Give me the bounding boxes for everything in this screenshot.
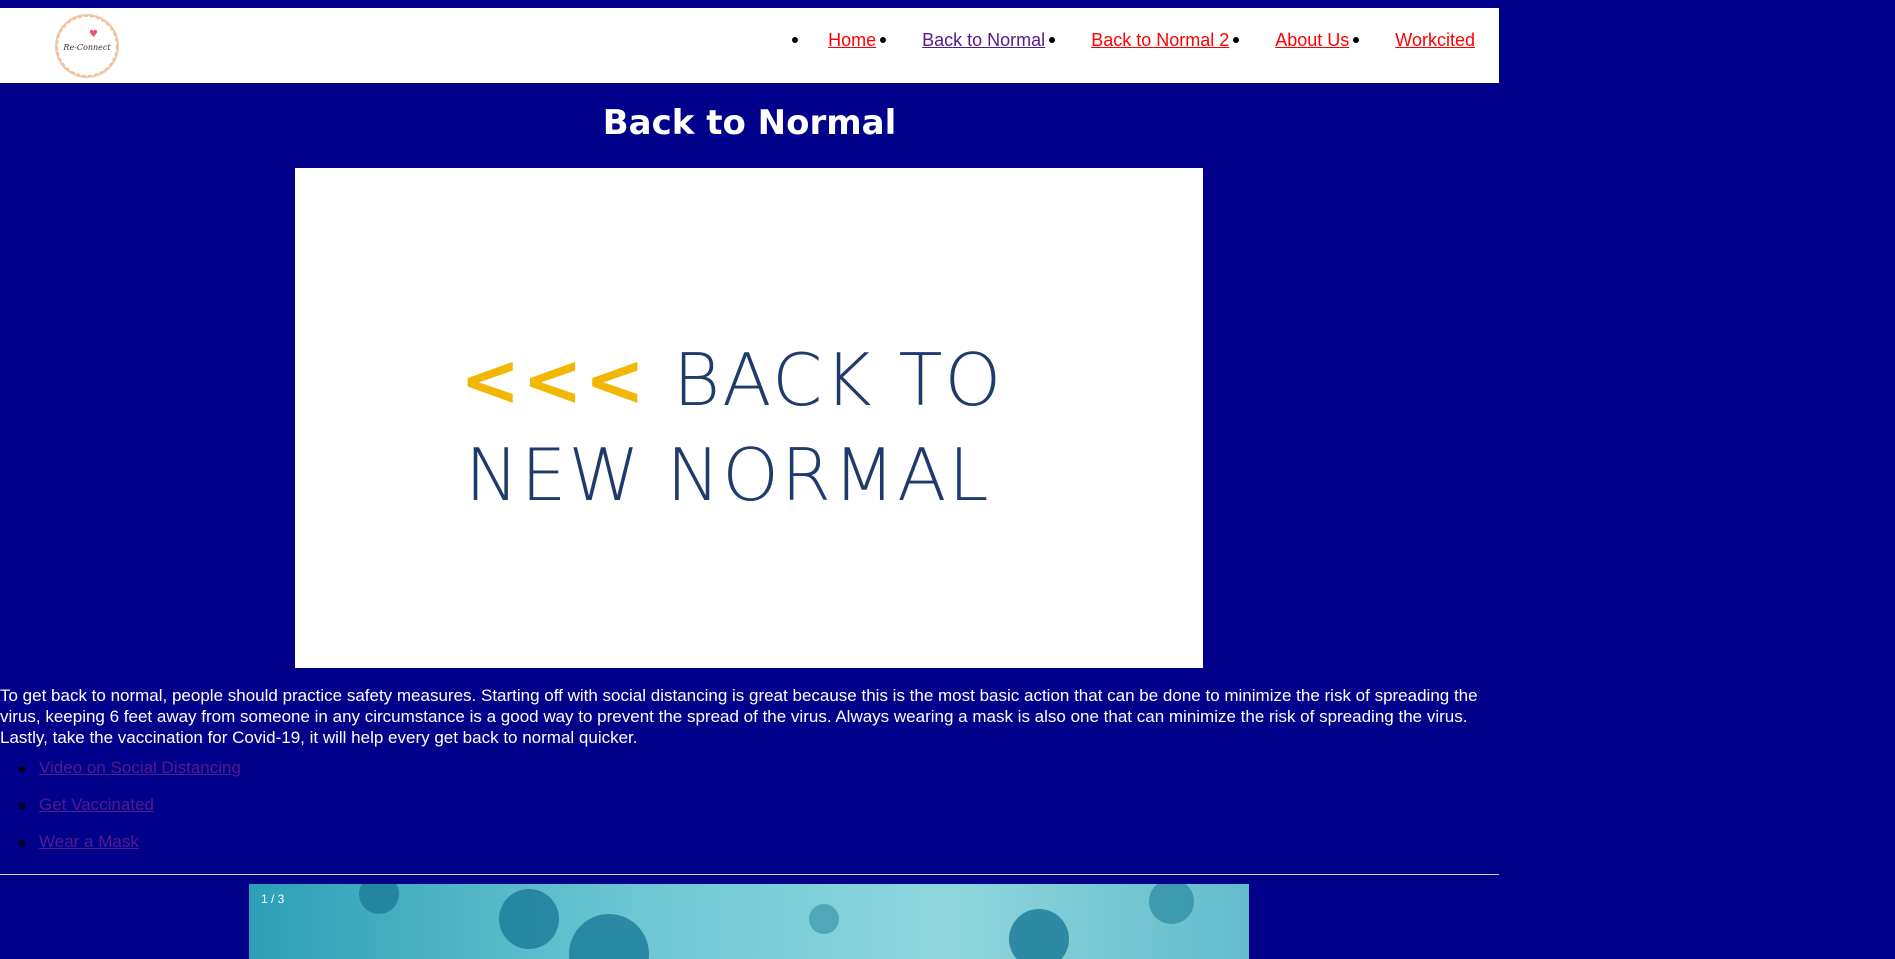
link-video-social-distancing[interactable]: Video on Social Distancing [39,758,241,777]
nav-link-home[interactable]: Home [828,30,876,51]
list-item: Wear a Mask [19,832,241,853]
virus-graphic [499,889,559,949]
virus-graphic [569,914,649,959]
heart-icon: ♥ [89,29,98,40]
virus-graphic [809,904,839,934]
page: ♥ Re-Connect Home Back to Normal Back to… [0,0,1499,959]
logo-text: Re-Connect [63,43,111,52]
nav-link-back-to-normal-2[interactable]: Back to Normal 2 [1091,30,1229,51]
nav-bullet [1353,37,1360,43]
hero-text-line-1: BACK TO [672,338,1004,422]
list-item: Get Vaccinated [19,795,241,816]
chevron-left-icon: <<< [460,338,647,422]
divider [0,874,1499,875]
nav-link-back-to-normal[interactable]: Back to Normal [922,30,1045,51]
resource-links: Video on Social Distancing Get Vaccinate… [0,758,241,869]
header-bar: ♥ Re-Connect Home Back to Normal Back to… [0,8,1499,83]
nav-link-about-us[interactable]: About Us [1275,30,1349,51]
main-nav: Home Back to Normal Back to Normal 2 Abo… [792,28,1479,52]
virus-graphic [1149,884,1194,924]
page-title: Back to Normal [602,103,897,143]
nav-bullet [1233,37,1240,43]
link-wear-a-mask[interactable]: Wear a Mask [39,832,139,851]
logo[interactable]: ♥ Re-Connect [55,14,119,78]
hero-text-line-2: NEW NORMAL [465,433,991,517]
nav-link-workcited[interactable]: Workcited [1395,30,1475,51]
nav-bullet [1049,37,1056,43]
list-item: Video on Social Distancing [19,758,241,779]
virus-graphic [1009,909,1069,959]
virus-graphic [359,884,399,914]
link-get-vaccinated[interactable]: Get Vaccinated [39,795,154,814]
nav-bullet [880,37,887,43]
hero-line-1: <<< BACK TO [460,338,1003,422]
hero-image: <<< BACK TO NEW NORMAL [295,168,1203,668]
intro-paragraph: To get back to normal, people should pra… [0,686,1478,747]
slide-counter: 1 / 3 [261,892,285,906]
slideshow[interactable]: 1 / 3 [249,884,1249,959]
nav-bullet [792,37,799,43]
